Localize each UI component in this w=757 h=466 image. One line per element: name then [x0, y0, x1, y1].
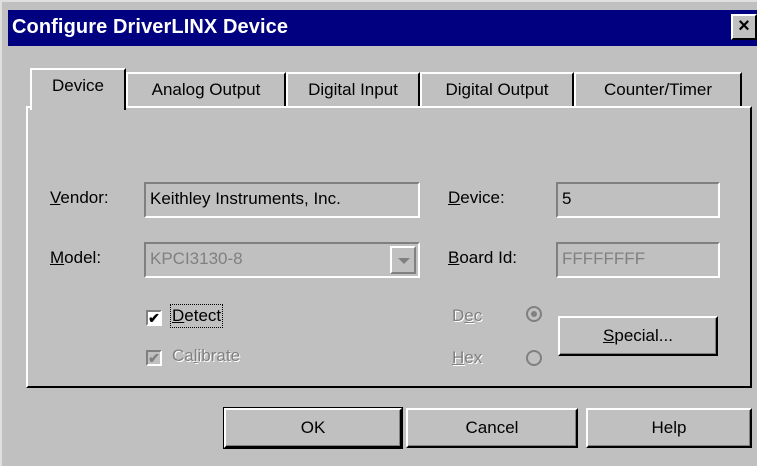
board-id-value: FFFFFFFF — [562, 249, 646, 268]
vendor-value: Keithley Instruments, Inc. — [150, 189, 341, 208]
device-tab-panel: Vendor: Keithley Instruments, Inc. Devic… — [26, 106, 752, 388]
window-title: Configure DriverLINX Device — [12, 16, 289, 38]
tab-label: Counter/Timer — [603, 80, 712, 99]
device-label: Device: — [448, 188, 505, 207]
close-icon: × — [738, 15, 750, 37]
ok-label: OK — [300, 418, 326, 437]
cancel-button[interactable]: Cancel — [406, 408, 578, 448]
board-id-field: FFFFFFFF — [556, 242, 720, 278]
model-label: Model: — [50, 248, 102, 267]
tab-digital-input[interactable]: Digital Input — [286, 72, 420, 108]
calibrate-checkbox[interactable]: ✔ — [146, 350, 162, 366]
vendor-field: Keithley Instruments, Inc. — [144, 182, 420, 218]
close-button[interactable]: × — [731, 14, 757, 40]
tab-digital-output[interactable]: Digital Output — [420, 72, 574, 108]
tab-label: Device — [52, 76, 104, 95]
vendor-label: Vendor: — [50, 188, 109, 207]
calibrate-label[interactable]: Calibrate — [172, 346, 240, 366]
tab-counter-timer[interactable]: Counter/Timer — [574, 72, 742, 108]
tab-label: Analog Output — [151, 80, 261, 99]
tab-device[interactable]: Device — [30, 68, 126, 110]
radio-dot-icon — [531, 311, 537, 317]
help-label: Help — [651, 418, 687, 437]
board-id-label: Board Id: — [448, 248, 517, 267]
model-value: KPCI3130-8 — [150, 249, 243, 268]
detect-label[interactable]: Detect — [169, 304, 224, 328]
dropdown-button[interactable] — [390, 246, 416, 274]
special-button[interactable]: Special... — [558, 316, 718, 356]
detect-checkbox[interactable]: ✔ — [146, 310, 162, 326]
dec-radio[interactable] — [526, 306, 542, 322]
chevron-down-icon — [398, 258, 410, 264]
device-value: 5 — [562, 189, 572, 208]
hex-label: Hex — [452, 348, 483, 367]
tab-label: Digital Output — [445, 80, 549, 99]
title-bar[interactable]: Configure DriverLINX Device × — [8, 10, 757, 46]
hex-radio[interactable] — [526, 350, 542, 366]
configure-driverlinx-dialog: Configure DriverLINX Device × Device Ana… — [0, 0, 757, 466]
help-button[interactable]: Help — [586, 408, 752, 448]
device-field[interactable]: 5 — [556, 182, 720, 218]
tab-label: Digital Input — [308, 80, 398, 99]
ok-button[interactable]: OK — [223, 407, 403, 449]
model-dropdown[interactable]: KPCI3130-8 — [144, 242, 420, 278]
check-icon: ✔ — [148, 350, 160, 366]
dec-label: Dec — [452, 306, 483, 325]
check-icon: ✔ — [148, 310, 160, 326]
cancel-label: Cancel — [465, 418, 519, 437]
tab-analog-output[interactable]: Analog Output — [126, 72, 286, 108]
